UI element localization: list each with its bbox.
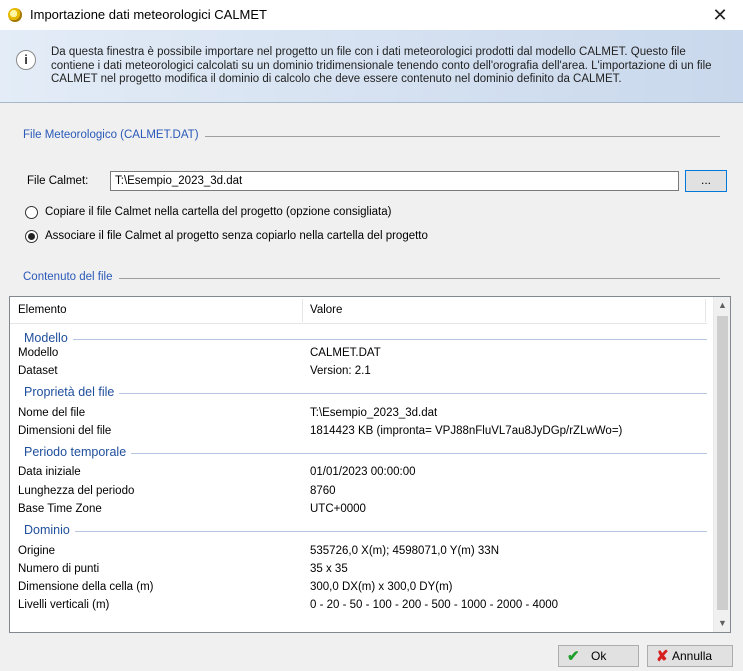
group-line: [24, 393, 707, 394]
app-sun-icon: [8, 8, 22, 22]
close-button[interactable]: ✕: [705, 3, 735, 27]
column-separator[interactable]: [302, 299, 303, 322]
row-value: 01/01/2023 00:00:00: [310, 466, 416, 478]
scroll-down-arrow-icon[interactable]: ▼: [714, 615, 730, 632]
row-value: T:\Esempio_2023_3d.dat: [310, 407, 438, 419]
row-value: 300,0 DX(m) x 300,0 DY(m): [310, 581, 453, 593]
radio-link-file[interactable]: [25, 230, 38, 243]
row-key: Numero di punti: [18, 563, 100, 575]
row-key: Livelli verticali (m): [18, 599, 110, 611]
grid-header: Elemento Valore: [10, 297, 707, 324]
file-content-grid[interactable]: Elemento Valore Modello Modello CALMET.D…: [9, 296, 731, 633]
ok-button[interactable]: ✔ Ok: [558, 645, 639, 667]
row-value: 535726,0 X(m); 4598071,0 Y(m) 33N: [310, 545, 500, 557]
row-value: 1814423 KB (impronta= VPJ88nFluVL7au8JyD…: [310, 425, 623, 437]
window-title: Importazione dati meteorologici CALMET: [30, 7, 267, 22]
row-key: Base Time Zone: [18, 503, 102, 515]
group-line: [24, 531, 707, 532]
cancel-button-label: Annulla: [672, 649, 713, 663]
info-banner: i Da questa finestra è possibile importa…: [0, 30, 743, 103]
info-text: Da questa finestra è possibile importare…: [51, 46, 712, 85]
radio-copy-file[interactable]: [25, 206, 38, 219]
column-separator[interactable]: [705, 299, 706, 322]
row-key: Dataset: [18, 365, 58, 377]
file-calmet-label: File Calmet:: [27, 175, 89, 187]
title-bar: Importazione dati meteorologici CALMET ✕: [0, 0, 743, 30]
row-value: CALMET.DAT: [310, 347, 381, 359]
radio-copy-label[interactable]: Copiare il file Calmet nella cartella de…: [45, 206, 391, 218]
content-section-title: Contenuto del file: [23, 271, 119, 283]
cancel-x-icon: ✘: [656, 648, 669, 665]
row-value: 35 x 35: [310, 563, 348, 575]
row-key: Origine: [18, 545, 56, 557]
group-title-proprieta: Proprietà del file: [24, 385, 120, 399]
row-key: Modello: [18, 347, 59, 359]
row-key: Nome del file: [18, 407, 86, 419]
info-icon: i: [16, 50, 36, 70]
radio-link-label[interactable]: Associare il file Calmet al progetto sen…: [45, 230, 428, 242]
row-key: Lunghezza del periodo: [18, 485, 135, 497]
ok-button-label: Ok: [591, 649, 607, 663]
column-header-elemento[interactable]: Elemento: [18, 304, 67, 316]
cancel-button[interactable]: ✘ Annulla: [647, 645, 733, 667]
column-header-valore[interactable]: Valore: [310, 304, 342, 316]
group-title-modello: Modello: [24, 331, 73, 345]
scroll-up-arrow-icon[interactable]: ▲: [714, 297, 730, 314]
browse-button[interactable]: ...: [685, 170, 727, 192]
row-value: UTC+0000: [310, 503, 366, 515]
row-value: 0 - 20 - 50 - 100 - 200 - 500 - 1000 - 2…: [310, 599, 559, 611]
group-title-periodo: Periodo temporale: [24, 445, 132, 459]
group-line: [24, 339, 707, 340]
section-divider: [23, 278, 720, 279]
vertical-scrollbar[interactable]: ▲ ▼: [713, 297, 730, 632]
row-value: Version: 2.1: [310, 365, 371, 377]
row-value: 8760: [310, 485, 336, 497]
row-key: Dimensione della cella (m): [18, 581, 154, 593]
group-title-dominio: Dominio: [24, 523, 75, 537]
file-section-title: File Meteorologico (CALMET.DAT): [23, 129, 205, 141]
row-key: Data iniziale: [18, 466, 81, 478]
scroll-thumb[interactable]: [717, 316, 728, 610]
row-key: Dimensioni del file: [18, 425, 112, 437]
file-path-input[interactable]: [110, 171, 679, 191]
checkmark-icon: ✔: [567, 648, 580, 665]
